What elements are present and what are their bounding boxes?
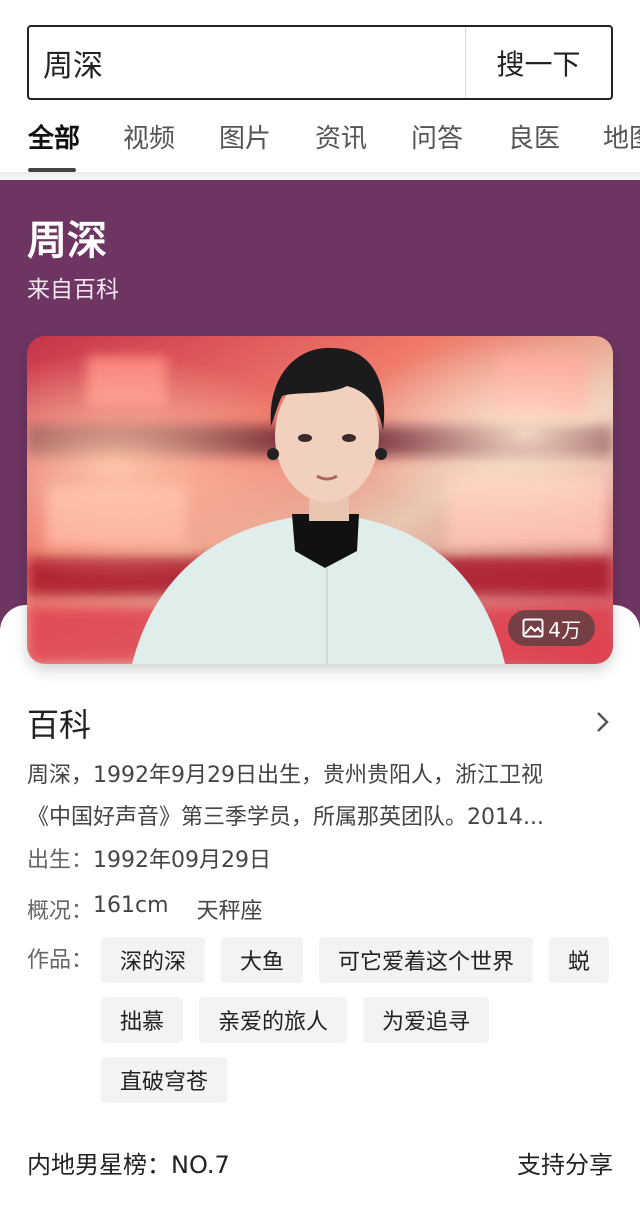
work-chip[interactable]: 亲爱的旅人: [199, 997, 348, 1043]
work-chip[interactable]: 为爱追寻: [363, 997, 490, 1043]
star-ranking[interactable]: 内地男星榜：NO.7: [27, 1145, 230, 1180]
birth-row: 出生： 1992年09月29日: [27, 842, 271, 874]
overview-row: 概况： 161cm 天秤座: [27, 893, 263, 925]
description-line: 《中国好声音》第三季学员，所属那英团队。2014...: [27, 805, 544, 830]
hero-source: 来自百科: [27, 277, 119, 303]
search-input[interactable]: 周深: [29, 27, 465, 98]
tab-video[interactable]: 视频: [123, 118, 175, 155]
search-button[interactable]: 搜一下: [466, 27, 611, 98]
work-chip[interactable]: 深的深: [101, 937, 206, 983]
baike-description[interactable]: 周深，1992年9月29日出生，贵州贵阳人，浙江卫视 《中国好声音》第三季学员，…: [27, 755, 613, 839]
tab-doctor[interactable]: 良医: [508, 118, 560, 155]
hero-title: 周深: [27, 218, 107, 264]
search-bar: 周深 搜一下: [27, 25, 613, 100]
profile-photo[interactable]: 4万: [27, 336, 613, 664]
zodiac-value: 天秤座: [196, 899, 263, 924]
baike-title[interactable]: 百科: [27, 700, 91, 746]
work-chip[interactable]: 直破穹苍: [101, 1057, 228, 1103]
birth-label: 出生：: [27, 848, 94, 873]
tab-news[interactable]: 资讯: [315, 118, 367, 155]
work-chip[interactable]: 可它爱着这个世界: [319, 937, 534, 983]
works-list: 深的深 大鱼 可它爱着这个世界 蜕 拙慕 亲爱的旅人 为爱追寻 直破穹苍: [101, 937, 621, 1103]
overview-label: 概况：: [27, 899, 94, 924]
works-label: 作品：: [27, 948, 94, 973]
tab-map[interactable]: 地图: [603, 118, 640, 155]
birth-value: 1992年09月29日: [93, 848, 271, 873]
work-chip[interactable]: 大鱼: [221, 937, 304, 983]
tab-qa[interactable]: 问答: [411, 118, 463, 155]
tab-images[interactable]: 图片: [219, 118, 271, 155]
share-button[interactable]: 支持分享: [517, 1145, 613, 1180]
chevron-right-icon[interactable]: [594, 709, 612, 735]
tab-all[interactable]: 全部: [28, 118, 80, 155]
photo-count-badge[interactable]: 4万: [508, 610, 595, 646]
height-value: 161cm: [93, 893, 169, 918]
photo-count-label: 4万: [548, 617, 581, 642]
work-chip[interactable]: 拙慕: [101, 997, 184, 1043]
description-line: 周深，1992年9月29日出生，贵州贵阳人，浙江卫视: [27, 763, 543, 788]
image-icon: [522, 618, 544, 638]
work-chip[interactable]: 蜕: [549, 937, 610, 983]
tab-divider: [0, 172, 640, 180]
tab-bar: 全部 视频 图片 资讯 问答 良医 地图: [0, 112, 640, 178]
